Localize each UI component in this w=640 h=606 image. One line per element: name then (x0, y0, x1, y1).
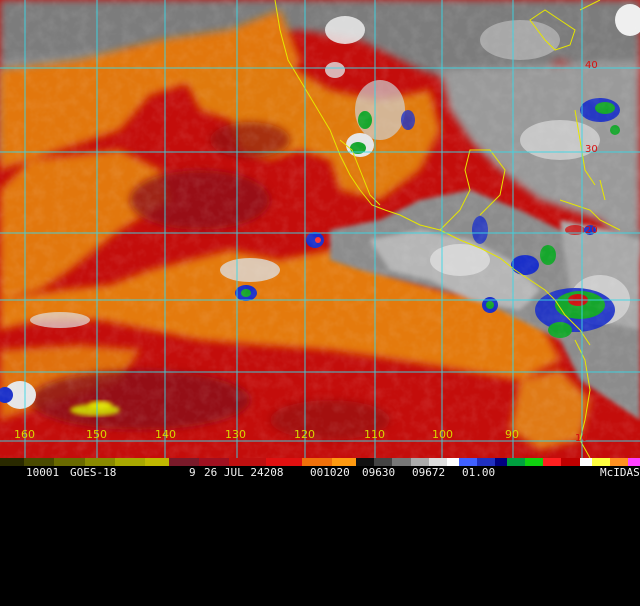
colorbar-segment (229, 458, 266, 466)
colorbar-segment (332, 458, 357, 466)
image-id: 10001 (26, 466, 60, 479)
latitude-label-30: 30 (585, 144, 598, 155)
colorbar-segment (561, 458, 580, 466)
image-status-bar: 10001 GOES-18 9 26 JUL 24208 001020 0963… (0, 466, 640, 480)
colorbar-segment (525, 458, 544, 466)
colorbar-segment (24, 458, 55, 466)
colorbar-segment (458, 458, 477, 466)
image-columns: 09630 (362, 466, 396, 479)
colorbar-segment (591, 458, 610, 466)
colorbar-segment (199, 458, 230, 466)
latitude-label-20: 20 (585, 225, 598, 236)
colorbar-segment (410, 458, 429, 466)
image-time: 001020 (310, 466, 350, 479)
band-number: 9 (189, 466, 196, 479)
satellite-water-vapor-map (0, 0, 640, 458)
longitude-label-90: 90 (505, 428, 519, 441)
longitude-label-140: 140 (155, 428, 176, 441)
image-rows: 09672 (412, 466, 446, 479)
texture-overlay (0, 0, 640, 458)
colorbar-segment (627, 458, 640, 466)
longitude-label-160: 160 (14, 428, 35, 441)
colorbar-segment (609, 458, 628, 466)
colorbar-segment (265, 458, 302, 466)
colorbar-segment (144, 458, 170, 466)
colorbar-segment (476, 458, 496, 466)
colorbar-segment (114, 458, 145, 466)
longitude-label-130: 130 (225, 428, 246, 441)
colorbar-segment (84, 458, 115, 466)
colorbar-segment (446, 458, 459, 466)
longitude-label-150: 150 (86, 428, 107, 441)
colorbar-segment (579, 458, 592, 466)
longitude-label-100: 100 (432, 428, 453, 441)
longitude-label-110: 110 (364, 428, 385, 441)
image-date: 26 JUL 24208 (204, 466, 284, 479)
colorbar-segment (54, 458, 85, 466)
longitude-label-120: 120 (294, 428, 315, 441)
satellite-name: GOES-18 (70, 466, 117, 479)
latitude-label-40: 40 (585, 60, 598, 71)
colorbar-segment (0, 458, 25, 466)
colorbar-segment (495, 458, 508, 466)
enhancement-colorbar (0, 458, 640, 466)
colorbar-segment (301, 458, 333, 466)
image-resolution: 01.00 (462, 466, 496, 479)
colorbar-segment (428, 458, 447, 466)
colorbar-segment (169, 458, 200, 466)
latitude-label-10: 10 (575, 433, 588, 444)
colorbar-segment (543, 458, 562, 466)
software-name: McIDAS (600, 466, 640, 479)
colorbar-segment (392, 458, 411, 466)
colorbar-segment (374, 458, 393, 466)
colorbar-segment (507, 458, 526, 466)
colorbar-segment (356, 458, 375, 466)
